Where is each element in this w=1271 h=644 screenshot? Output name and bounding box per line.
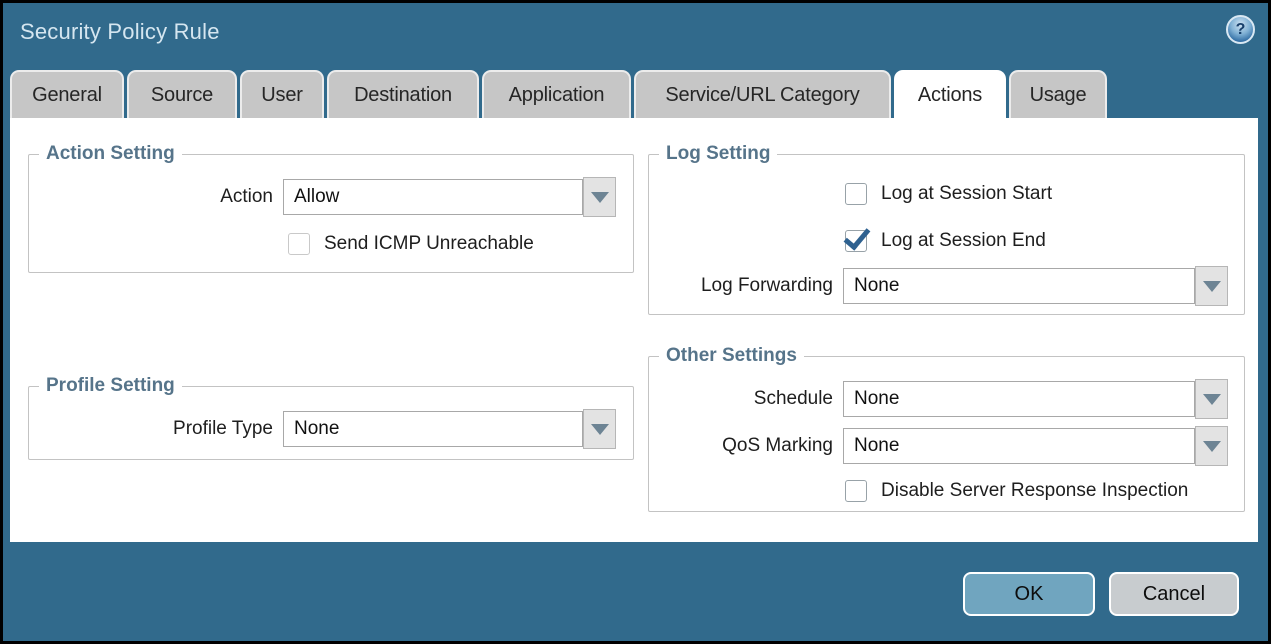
help-icon[interactable]: ? bbox=[1226, 15, 1255, 44]
tab-actions[interactable]: Actions bbox=[894, 70, 1006, 118]
action-dropdown-value[interactable]: Allow bbox=[283, 179, 583, 215]
tab-destination[interactable]: Destination bbox=[327, 70, 479, 118]
chevron-down-icon bbox=[1203, 281, 1221, 292]
log-forwarding-dropdown-value[interactable]: None bbox=[843, 268, 1195, 304]
chevron-down-icon bbox=[591, 192, 609, 203]
tab-application[interactable]: Application bbox=[482, 70, 631, 118]
disable-server-response-inspection-checkbox[interactable] bbox=[845, 480, 867, 502]
security-policy-rule-dialog: Security Policy Rule ? General Source Us… bbox=[0, 0, 1271, 644]
qos-marking-dropdown-value[interactable]: None bbox=[843, 428, 1195, 464]
schedule-dropdown[interactable]: None bbox=[843, 379, 1228, 419]
cancel-button[interactable]: Cancel bbox=[1109, 572, 1239, 616]
action-dropdown[interactable]: Allow bbox=[283, 177, 616, 217]
log-setting-legend: Log Setting bbox=[659, 143, 777, 165]
log-forwarding-label: Log Forwarding bbox=[649, 275, 843, 297]
action-dropdown-button[interactable] bbox=[583, 177, 616, 217]
other-settings-legend: Other Settings bbox=[659, 345, 804, 367]
action-label: Action bbox=[29, 186, 283, 208]
tab-general[interactable]: General bbox=[10, 70, 124, 118]
log-session-start-checkbox[interactable] bbox=[845, 183, 867, 205]
dialog-title: Security Policy Rule bbox=[20, 19, 220, 45]
disable-server-response-inspection-label[interactable]: Disable Server Response Inspection bbox=[881, 480, 1188, 502]
profile-setting-group: Profile Setting Profile Type None bbox=[28, 375, 634, 460]
profile-setting-legend: Profile Setting bbox=[39, 375, 182, 397]
qos-marking-dropdown[interactable]: None bbox=[843, 426, 1228, 466]
tab-source[interactable]: Source bbox=[127, 70, 237, 118]
send-icmp-unreachable-label: Send ICMP Unreachable bbox=[324, 233, 534, 255]
ok-button[interactable]: OK bbox=[963, 572, 1095, 616]
schedule-dropdown-button[interactable] bbox=[1195, 379, 1228, 419]
log-forwarding-dropdown[interactable]: None bbox=[843, 266, 1228, 306]
tab-usage[interactable]: Usage bbox=[1009, 70, 1107, 118]
schedule-label: Schedule bbox=[649, 388, 843, 410]
qos-marking-label: QoS Marking bbox=[649, 435, 843, 457]
action-setting-legend: Action Setting bbox=[39, 143, 182, 165]
profile-type-label: Profile Type bbox=[29, 418, 283, 440]
chevron-down-icon bbox=[1203, 441, 1221, 452]
tab-bar: General Source User Destination Applicat… bbox=[10, 70, 1110, 118]
log-setting-group: Log Setting Log at Session Start Log at … bbox=[648, 143, 1245, 315]
log-session-end-label[interactable]: Log at Session End bbox=[881, 230, 1046, 252]
chevron-down-icon bbox=[1203, 394, 1221, 405]
profile-type-dropdown[interactable]: None bbox=[283, 409, 616, 449]
schedule-dropdown-value[interactable]: None bbox=[843, 381, 1195, 417]
log-session-end-checkbox[interactable] bbox=[845, 230, 867, 252]
send-icmp-unreachable-checkbox bbox=[288, 233, 310, 255]
other-settings-group: Other Settings Schedule None QoS Marking… bbox=[648, 345, 1245, 512]
profile-type-dropdown-value[interactable]: None bbox=[283, 411, 583, 447]
log-session-start-label[interactable]: Log at Session Start bbox=[881, 183, 1052, 205]
profile-type-dropdown-button[interactable] bbox=[583, 409, 616, 449]
qos-marking-dropdown-button[interactable] bbox=[1195, 426, 1228, 466]
tab-service-url-category[interactable]: Service/URL Category bbox=[634, 70, 891, 118]
log-forwarding-dropdown-button[interactable] bbox=[1195, 266, 1228, 306]
tab-panel-actions: Action Setting Action Allow Send ICMP Un… bbox=[10, 118, 1258, 542]
action-setting-group: Action Setting Action Allow Send ICMP Un… bbox=[28, 143, 634, 273]
chevron-down-icon bbox=[591, 424, 609, 435]
tab-user[interactable]: User bbox=[240, 70, 324, 118]
